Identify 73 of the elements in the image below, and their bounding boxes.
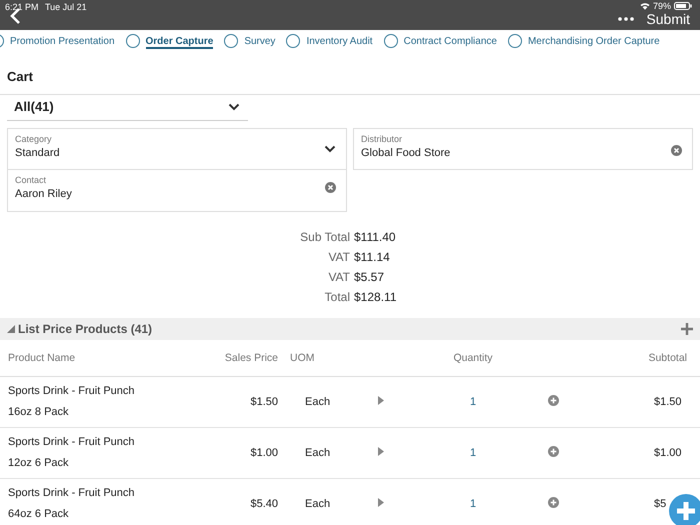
- status-time: 6:21 PM: [5, 2, 39, 12]
- field-label: Category: [15, 134, 53, 144]
- price-cell: $1.00: [250, 447, 278, 459]
- step-circle-icon: [126, 34, 140, 48]
- total-label: Sub Total: [299, 230, 350, 245]
- more-icon[interactable]: [618, 17, 634, 21]
- column-header: Product Name: [8, 352, 76, 364]
- subtotal-cell-text: $5: [654, 498, 668, 510]
- total-label: VAT: [327, 270, 350, 285]
- step-circle-icon: [384, 34, 398, 48]
- total-value: $111.40: [354, 230, 397, 245]
- battery-level: 79%: [652, 1, 671, 11]
- step-tab[interactable]: Inventory Audit: [306, 34, 373, 48]
- column-header: Quantity: [453, 352, 493, 364]
- battery-icon: [674, 2, 692, 10]
- category-select[interactable]: Category Standard: [7, 128, 347, 170]
- column-header: UOM: [290, 352, 314, 364]
- column-header: Subtotal: [648, 352, 687, 364]
- quantity-cell[interactable]: 1: [470, 498, 476, 510]
- chevron-down-icon: [228, 102, 240, 110]
- step-circle-icon: [224, 34, 238, 48]
- clear-icon[interactable]: [325, 182, 336, 193]
- step-tab[interactable]: Order Capture: [146, 34, 214, 48]
- add-circle-icon[interactable]: [548, 395, 559, 406]
- quantity-cell[interactable]: 1: [470, 396, 476, 408]
- subtotal-cell-text: $1.50: [654, 396, 683, 408]
- step-tab[interactable]: Promotion Presentation: [10, 34, 115, 48]
- plus-icon: [676, 501, 696, 521]
- section-title: List Price Products (41): [18, 322, 152, 336]
- status-date: Tue Jul 21: [45, 2, 87, 12]
- total-value: $5.57: [354, 270, 386, 285]
- add-button[interactable]: [669, 494, 700, 525]
- product-name: Sports Drink - Fruit Punch 12oz 6 Pack: [8, 435, 135, 471]
- add-icon[interactable]: [681, 323, 693, 335]
- field-value: Global Food Store: [361, 147, 450, 159]
- step-circle-icon: [286, 34, 300, 48]
- step-tab[interactable]: Merchandising Order Capture: [528, 34, 660, 48]
- step-tab[interactable]: Survey: [244, 34, 276, 48]
- triangle-right-icon[interactable]: [378, 396, 384, 405]
- chevron-down-icon: [324, 145, 336, 153]
- total-label: VAT: [327, 250, 350, 265]
- section-header[interactable]: List Price Products (41): [0, 318, 700, 340]
- input-field[interactable]: Distributor Global Food Store: [353, 128, 693, 170]
- triangle-right-icon[interactable]: [378, 447, 384, 456]
- step-tab[interactable]: Contract Compliance: [404, 34, 497, 48]
- add-circle-icon[interactable]: [548, 446, 559, 457]
- wifi-icon: [640, 2, 650, 10]
- uom-cell: Each: [305, 447, 330, 459]
- field-label: Distributor: [361, 134, 404, 144]
- total-value: $11.14: [354, 250, 391, 265]
- product-name: Sports Drink - Fruit Punch 16oz 8 Pack: [8, 384, 135, 420]
- clear-icon[interactable]: [671, 145, 682, 156]
- field-label: Contact: [15, 175, 48, 185]
- total-label: Total: [324, 290, 350, 305]
- subtotal-cell-text: $1.00: [654, 447, 683, 459]
- uom-cell: Each: [305, 498, 330, 510]
- uom-cell: Each: [305, 396, 330, 408]
- product-name: Sports Drink - Fruit Punch 64oz 6 Pack: [8, 486, 135, 522]
- step-circle-icon: [508, 34, 522, 48]
- page-title: Cart: [0, 52, 700, 95]
- price-cell: $5.40: [250, 498, 278, 510]
- field-value: Standard: [15, 147, 60, 159]
- triangle-right-icon[interactable]: [378, 498, 384, 507]
- add-circle-icon[interactable]: [548, 497, 559, 508]
- field-value: Aaron Riley: [15, 188, 72, 200]
- quantity-cell[interactable]: 1: [470, 447, 476, 459]
- column-header: Sales Price: [224, 352, 278, 364]
- price-cell: $1.50: [250, 396, 278, 408]
- input-field[interactable]: Contact Aaron Riley: [7, 170, 347, 212]
- total-value: $128.11: [354, 290, 398, 305]
- filter-dropdown[interactable]: All(41): [7, 95, 248, 121]
- expanded-triangle-icon[interactable]: [7, 325, 15, 333]
- submit-button[interactable]: Submit: [646, 11, 690, 27]
